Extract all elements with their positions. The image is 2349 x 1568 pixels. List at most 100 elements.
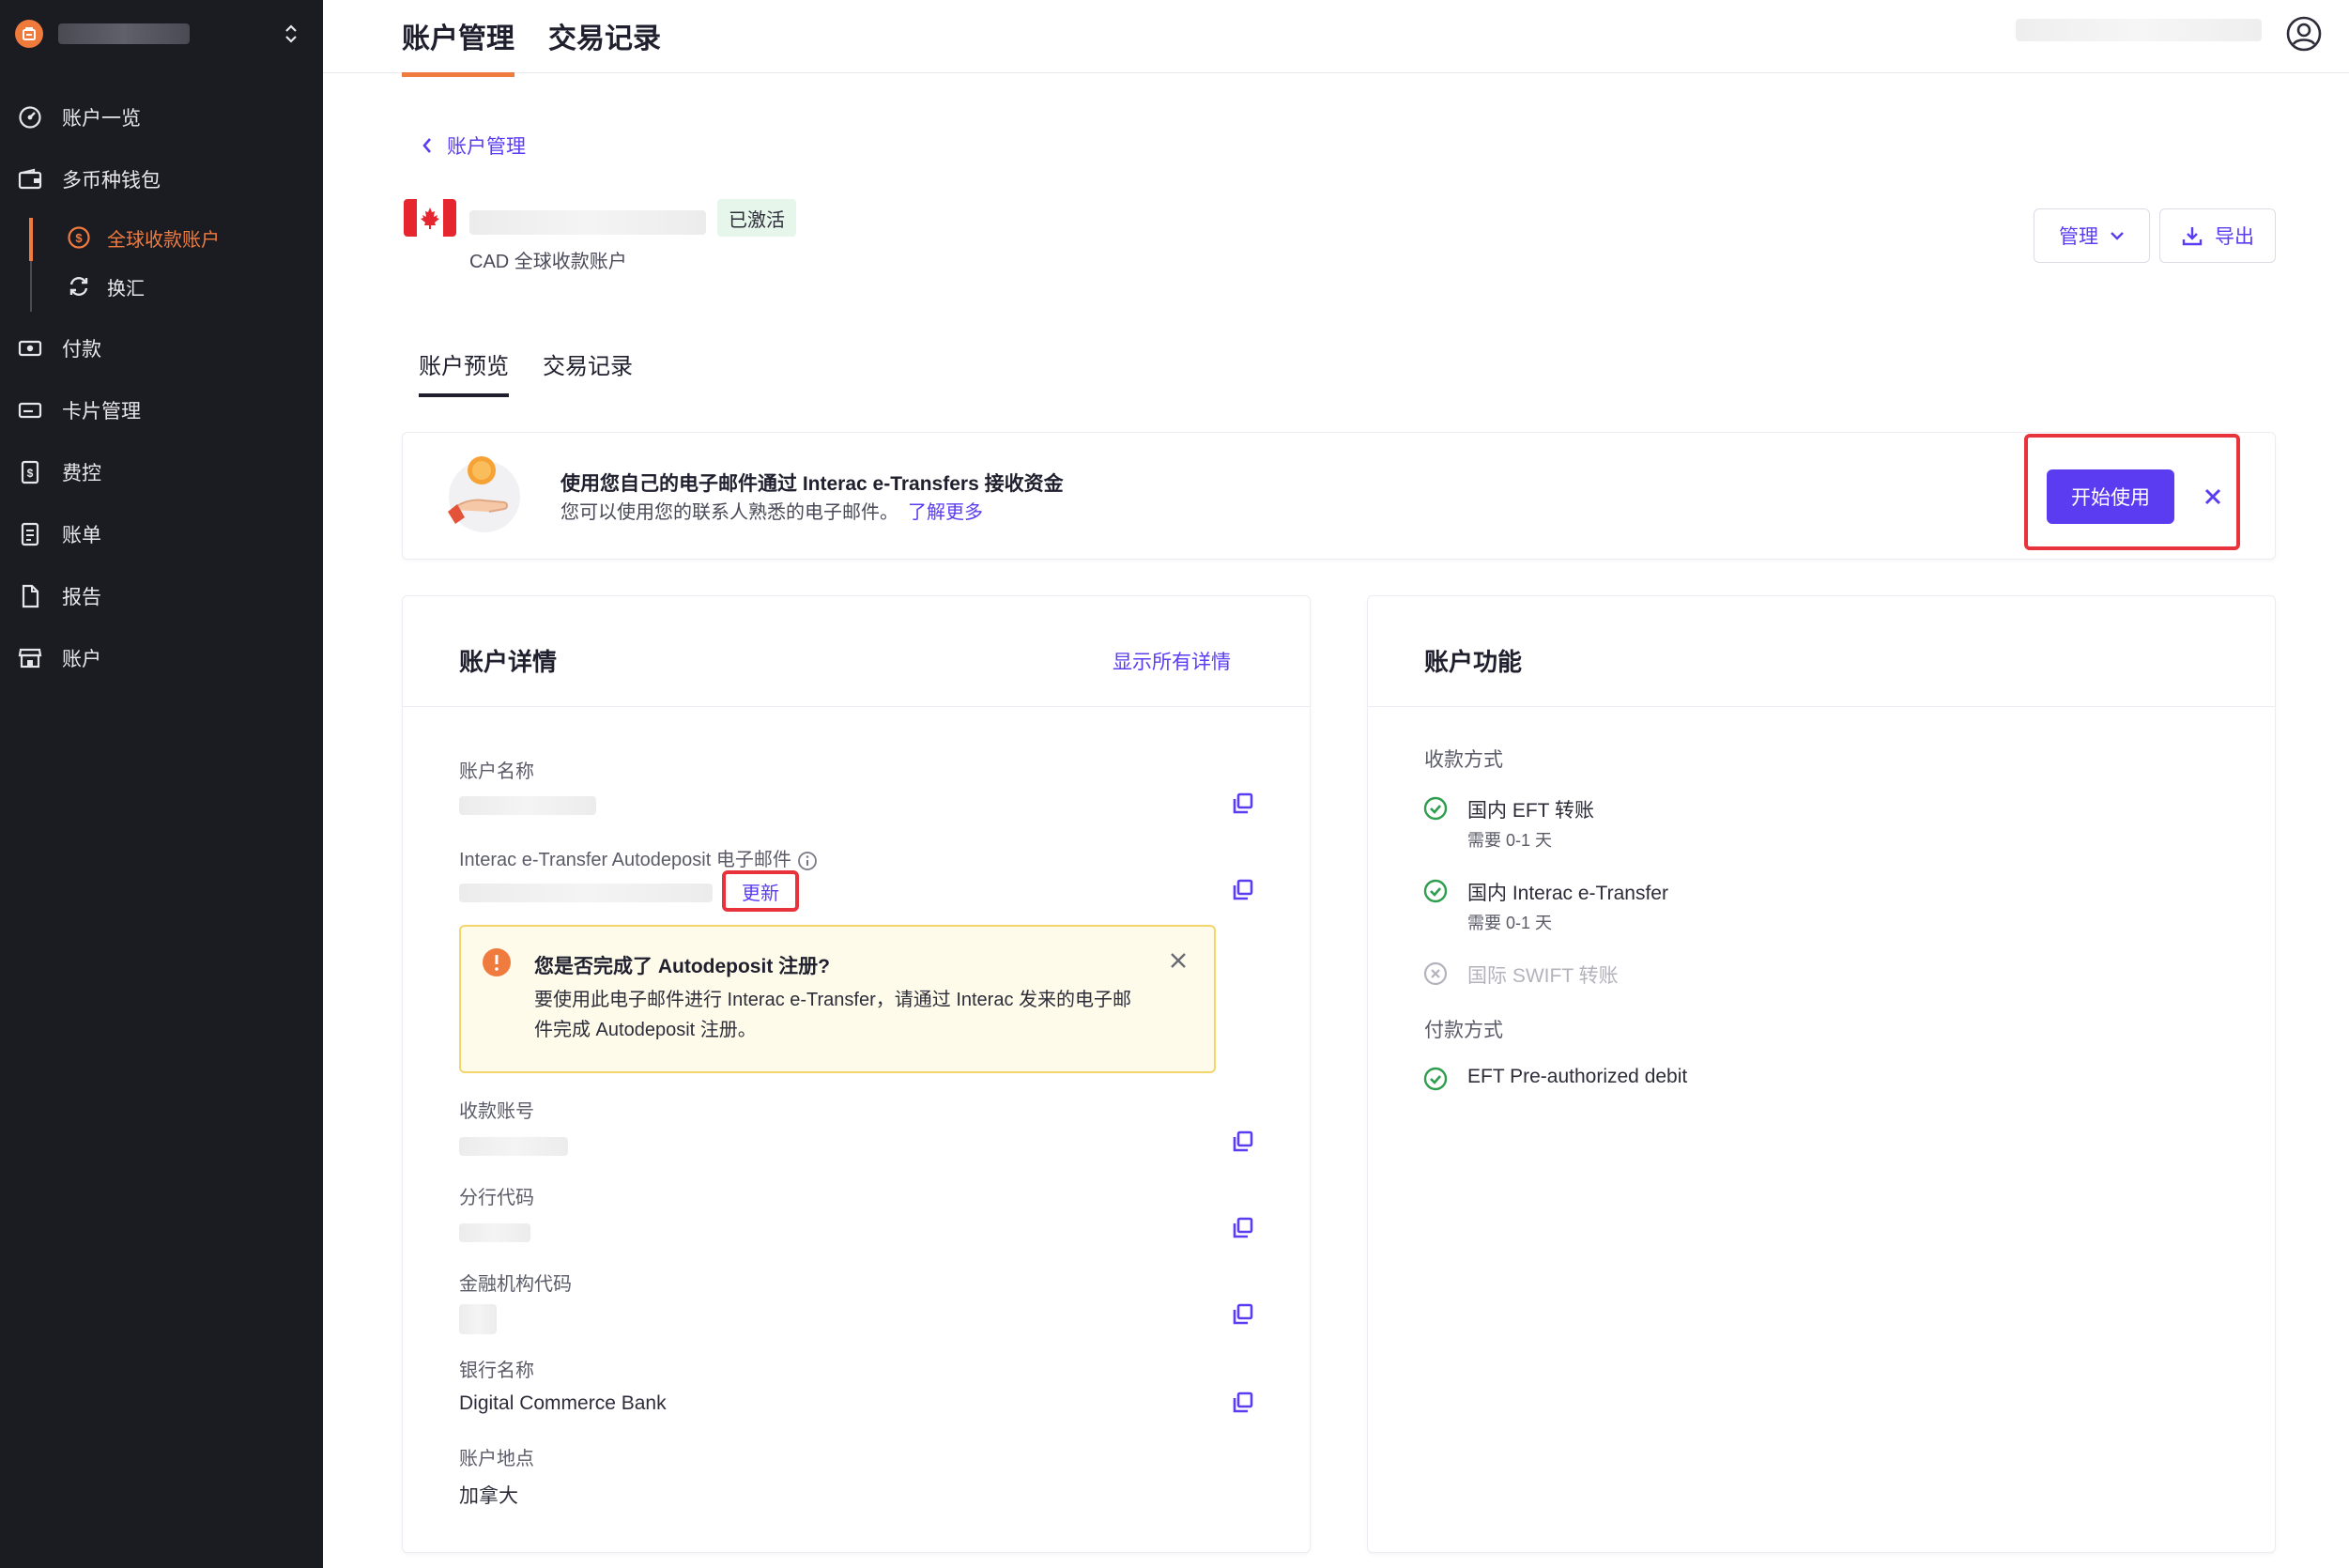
feature-interac-etransfer: 国内 Interac e-Transfer 需要 0-1 天 bbox=[1422, 878, 1668, 932]
tab-account-overview[interactable]: 账户预览 bbox=[419, 347, 509, 397]
start-using-button[interactable]: 开始使用 bbox=[2047, 469, 2174, 524]
feature-domestic-eft: 国内 EFT 转账 需要 0-1 天 bbox=[1422, 795, 1594, 850]
export-button[interactable]: 导出 bbox=[2159, 208, 2276, 263]
sidebar-item-expense[interactable]: $ 费控 bbox=[0, 449, 323, 496]
card-title: 账户详情 bbox=[459, 648, 558, 676]
branch-code-value-redacted bbox=[459, 1223, 530, 1242]
sidebar-item-label: 付款 bbox=[62, 339, 101, 361]
check-circle-icon bbox=[1422, 795, 1449, 822]
sidebar-item-label: 卡片管理 bbox=[62, 401, 141, 423]
coin-hand-illustration-icon bbox=[444, 452, 525, 532]
warning-title: 您是否完成了 Autodeposit 注册? bbox=[534, 956, 830, 977]
status-badge: 已激活 bbox=[717, 199, 796, 237]
institution-code-value-redacted bbox=[459, 1304, 497, 1334]
copy-icon[interactable] bbox=[1231, 1130, 1255, 1154]
close-icon[interactable] bbox=[2199, 483, 2227, 511]
card-title: 账户功能 bbox=[1424, 648, 1523, 676]
sidebar-item-exchange[interactable]: 换汇 bbox=[66, 267, 145, 306]
tab-account-transactions[interactable]: 交易记录 bbox=[543, 347, 633, 380]
user-avatar-icon[interactable] bbox=[2285, 15, 2323, 57]
canada-flag-icon bbox=[404, 199, 456, 237]
account-number-value-redacted bbox=[459, 1137, 568, 1156]
company-logo-icon bbox=[15, 20, 43, 48]
update-email-button[interactable]: 更新 bbox=[722, 870, 799, 912]
sidebar-item-payment[interactable]: 付款 bbox=[0, 325, 323, 372]
account-name-label: 账户名称 bbox=[459, 761, 534, 782]
sidebar-item-account[interactable]: 账户 bbox=[0, 635, 323, 682]
subnav-active-indicator bbox=[29, 218, 33, 261]
sidebar-item-cards[interactable]: 卡片管理 bbox=[0, 387, 323, 434]
wallet-icon bbox=[17, 166, 43, 192]
sidebar-item-label: 账单 bbox=[62, 525, 101, 546]
bank-name-value: Digital Commerce Bank bbox=[459, 1392, 667, 1414]
autodeposit-email-label-text: Interac e-Transfer Autodeposit 电子邮件 bbox=[459, 850, 791, 870]
back-link[interactable]: 账户管理 bbox=[421, 131, 526, 160]
workspace-switcher[interactable] bbox=[15, 17, 308, 51]
card-icon bbox=[17, 397, 43, 423]
sidebar-item-label: 多币种钱包 bbox=[62, 170, 161, 192]
dashboard-icon bbox=[17, 104, 43, 131]
check-circle-icon bbox=[1422, 878, 1449, 904]
warning-body: 要使用此电子邮件进行 Interac e-Transfer，请通过 Intera… bbox=[534, 990, 1132, 1040]
expense-icon: $ bbox=[17, 459, 43, 485]
autodeposit-email-value-redacted bbox=[459, 884, 713, 902]
chevron-updown-icon[interactable] bbox=[284, 23, 299, 44]
copy-icon[interactable] bbox=[1231, 1391, 1255, 1415]
location-label: 账户地点 bbox=[459, 1449, 534, 1469]
export-label: 导出 bbox=[2215, 226, 2254, 248]
tab-account-management[interactable]: 账户管理 bbox=[402, 15, 514, 77]
sidebar-item-label: 费控 bbox=[62, 463, 101, 484]
sidebar-item-bills[interactable]: 账单 bbox=[0, 511, 323, 558]
update-label: 更新 bbox=[742, 883, 779, 904]
svg-text:$: $ bbox=[27, 467, 34, 480]
feature-note: 需要 0-1 天 bbox=[1467, 831, 1553, 850]
info-icon[interactable] bbox=[797, 851, 818, 871]
account-details-card: 账户详情 显示所有详情 账户名称 Interac e-Transfer Auto… bbox=[402, 595, 1311, 1553]
feature-name: 国内 EFT 转账 bbox=[1467, 800, 1594, 822]
account-subtitle: CAD 全球收款账户 bbox=[469, 252, 627, 272]
card-header: 账户详情 显示所有详情 bbox=[403, 596, 1310, 707]
warning-icon bbox=[482, 947, 512, 982]
sidebar-item-overview[interactable]: 账户一览 bbox=[0, 94, 323, 141]
sidebar-item-global-account[interactable]: $ 全球收款账户 bbox=[66, 218, 220, 257]
sidebar-item-label: 账户 bbox=[62, 649, 101, 670]
close-icon[interactable] bbox=[1167, 949, 1190, 972]
account-name-redacted bbox=[469, 210, 706, 235]
account-features-card: 账户功能 收款方式 国内 EFT 转账 需要 0-1 天 国内 Interac … bbox=[1367, 595, 2276, 1553]
svg-text:$: $ bbox=[75, 231, 83, 245]
account-number-label: 收款账号 bbox=[459, 1101, 534, 1122]
sidebar-item-reports[interactable]: 报告 bbox=[0, 573, 323, 620]
feature-note: 需要 0-1 天 bbox=[1467, 914, 1553, 932]
sidebar-item-label: 账户一览 bbox=[62, 108, 141, 130]
tab-transactions[interactable]: 交易记录 bbox=[548, 15, 661, 56]
store-icon bbox=[17, 645, 43, 671]
exchange-icon bbox=[66, 273, 92, 300]
user-name-redacted bbox=[2016, 19, 2262, 41]
sidebar-item-label: 全球收款账户 bbox=[107, 229, 220, 251]
feature-name: 国际 SWIFT 转账 bbox=[1467, 965, 1619, 987]
copy-icon[interactable] bbox=[1231, 792, 1255, 816]
feature-name: EFT Pre-authorized debit bbox=[1467, 1066, 1688, 1087]
check-circle-icon bbox=[1422, 1066, 1449, 1092]
manage-label: 管理 bbox=[2059, 226, 2098, 248]
manage-dropdown-button[interactable]: 管理 bbox=[2034, 208, 2150, 263]
sidebar-item-label: 报告 bbox=[62, 587, 101, 608]
chevron-left-icon bbox=[421, 136, 434, 155]
x-circle-icon bbox=[1422, 961, 1449, 987]
download-icon bbox=[2181, 224, 2203, 247]
copy-icon[interactable] bbox=[1231, 1216, 1255, 1240]
banner-title: 使用您自己的电子邮件通过 Interac e-Transfers 接收资金 bbox=[560, 473, 1064, 495]
copy-icon[interactable] bbox=[1231, 1302, 1255, 1327]
sidebar-item-wallet[interactable]: 多币种钱包 bbox=[0, 156, 323, 203]
top-bar: 账户管理 交易记录 bbox=[323, 0, 2349, 77]
report-icon bbox=[17, 583, 43, 609]
feature-eft-preauth-debit: EFT Pre-authorized debit bbox=[1422, 1066, 1687, 1092]
feature-name: 国内 Interac e-Transfer bbox=[1467, 883, 1668, 904]
sidebar: 账户一览 多币种钱包 $ 全球收款账户 换汇 付款 卡片管理 $ 费控 账单 报… bbox=[0, 0, 323, 1568]
account-name-value-redacted bbox=[459, 796, 596, 815]
autodeposit-email-label: Interac e-Transfer Autodeposit 电子邮件 bbox=[459, 844, 818, 871]
copy-icon[interactable] bbox=[1231, 878, 1255, 902]
learn-more-link[interactable]: 了解更多 bbox=[908, 502, 983, 523]
banner-description: 您可以使用您的联系人熟悉的电子邮件。 了解更多 bbox=[560, 497, 983, 524]
show-all-details-link[interactable]: 显示所有详情 bbox=[1113, 647, 1231, 675]
